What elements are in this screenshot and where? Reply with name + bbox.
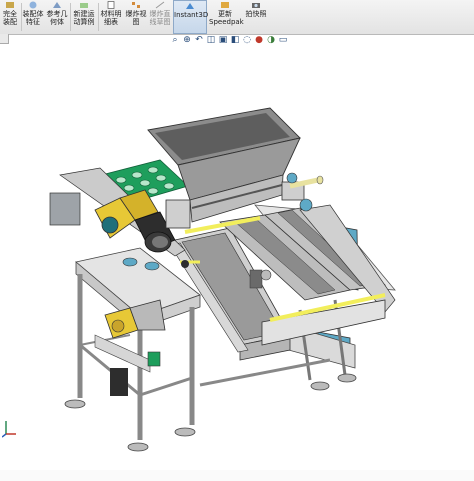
previous-view-icon[interactable]: ↶ [194, 34, 204, 46]
ribbon-button-bill-of-materials[interactable]: 材料明 细表 [100, 0, 122, 34]
display-style-icon[interactable]: ◧ [230, 34, 240, 46]
reference-geometry-icon [53, 2, 61, 8]
lower-motor [110, 368, 128, 396]
ribbon-button-reference-geometry[interactable]: 参考几 何体 [46, 0, 68, 34]
graphics-area[interactable] [0, 46, 474, 470]
ribbon-button-assembly-features[interactable]: 装配体 特征 [22, 0, 44, 34]
command-ribbon: 完全装配 装配体 特征 参考几 何体 新建运 动算例 材料明 细表 爆炸视 图 … [0, 0, 474, 35]
feature-tree-collapse[interactable] [0, 34, 9, 44]
heads-up-view-toolbar: ⌕ ⊕ ↶ ◫ ▣ ◧ ◌ ● ◑ ▭ [170, 34, 288, 46]
model-tab-bar [0, 470, 474, 481]
assembly-features-icon [29, 1, 37, 9]
gray-motor-housing [49, 192, 81, 226]
hide-show-icon[interactable]: ◌ [242, 34, 252, 46]
instant3d-icon [186, 3, 194, 9]
ribbon-button-exploded-view[interactable]: 爆炸视 图 [124, 0, 148, 34]
camera-icon [252, 3, 260, 8]
ribbon-button-instant3d[interactable]: Instant3D [173, 0, 208, 34]
bill-of-materials-icon [107, 1, 115, 9]
scene-icon[interactable]: ◑ [266, 34, 276, 46]
zoom-fit-icon[interactable]: ⌕ [170, 34, 180, 46]
ribbon-button-new-motion-study[interactable]: 新建运 动算例 [72, 0, 96, 34]
exploded-view-icon [132, 2, 140, 8]
ribbon-button-explode-line-sketch[interactable]: 爆炸直 线草图 [148, 0, 172, 34]
speedpak-icon [221, 2, 229, 8]
section-view-icon[interactable]: ◫ [206, 34, 216, 46]
zoom-area-icon[interactable]: ⊕ [182, 34, 192, 46]
ribbon-button-assembly[interactable]: 完全装配 [0, 0, 20, 34]
appearance-icon[interactable]: ● [254, 34, 264, 46]
axis-triad [2, 421, 16, 438]
assembly-icon [6, 2, 14, 8]
ribbon-button-take-snapshot[interactable]: 拍快照 [243, 0, 269, 34]
display-settings-icon[interactable]: ▭ [278, 34, 288, 46]
explode-line-sketch-icon [155, 1, 165, 9]
ribbon-button-update-speedpak[interactable]: 更新 Speedpak [209, 0, 244, 34]
motion-study-icon [80, 3, 88, 8]
view-orientation-icon[interactable]: ▣ [218, 34, 228, 46]
